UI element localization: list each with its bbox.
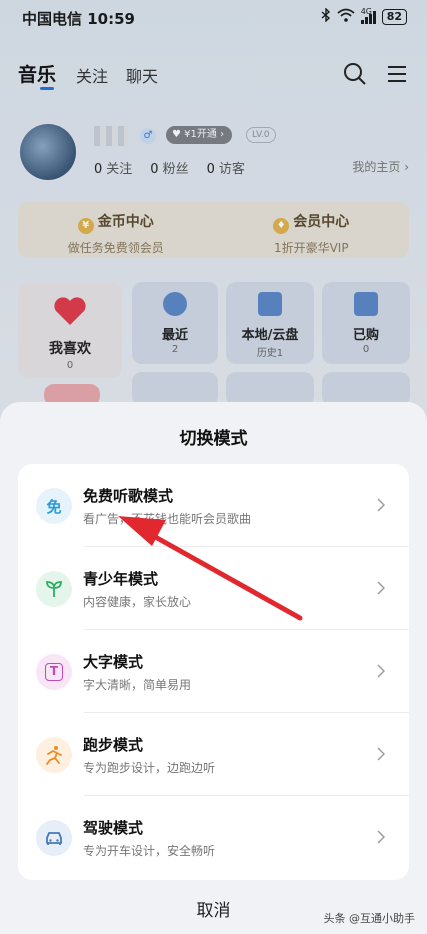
mode-item-running[interactable]: 跑步模式 专为跑步设计，边跑边听 (18, 713, 409, 796)
car-icon (36, 820, 72, 856)
text-size-icon: T (36, 654, 72, 690)
mode-item-free-listening[interactable]: 免 免费听歌模式 看广告，不花钱也能听会员歌曲 (18, 464, 409, 547)
mode-title: 跑步模式 (83, 736, 144, 754)
mode-item-large-text[interactable]: T 大字模式 字大清晰，简单易用 (18, 630, 409, 713)
chevron-right-icon (377, 498, 385, 512)
mode-desc: 专为开车设计，安全畅听 (83, 844, 216, 858)
chevron-right-icon (377, 581, 385, 595)
mode-title: 大字模式 (83, 653, 144, 671)
mode-list: 免 免费听歌模式 看广告，不花钱也能听会员歌曲 青少年模式 内容健康，家长放心 (18, 464, 409, 880)
free-icon: 免 (36, 488, 72, 524)
mode-switch-sheet: 切换模式 免 免费听歌模式 看广告，不花钱也能听会员歌曲 青少年模式 内容健康，… (0, 402, 427, 934)
mode-desc: 看广告，不花钱也能听会员歌曲 (83, 512, 252, 526)
mode-desc: 字大清晰，简单易用 (83, 678, 192, 692)
mode-title: 免费听歌模式 (83, 487, 174, 505)
mode-title: 驾驶模式 (83, 819, 144, 837)
mode-title: 青少年模式 (83, 570, 159, 588)
chevron-right-icon (377, 747, 385, 761)
mode-item-teen[interactable]: 青少年模式 内容健康，家长放心 (18, 547, 409, 630)
sprout-icon (36, 571, 72, 607)
mode-desc: 专为跑步设计，边跑边听 (83, 761, 216, 775)
watermark: 头条 @互通小助手 (323, 912, 416, 925)
running-icon (36, 737, 72, 773)
mode-item-driving[interactable]: 驾驶模式 专为开车设计，安全畅听 (18, 796, 409, 879)
sheet-title: 切换模式 (179, 429, 248, 449)
mode-desc: 内容健康，家长放心 (83, 595, 192, 609)
chevron-right-icon (377, 830, 385, 844)
music-app-page: 中国电信 10:59 4G 82 音乐 关注 聊天 ♂ ♥ ¥1开通 › LV.… (0, 0, 427, 934)
chevron-right-icon (377, 664, 385, 678)
